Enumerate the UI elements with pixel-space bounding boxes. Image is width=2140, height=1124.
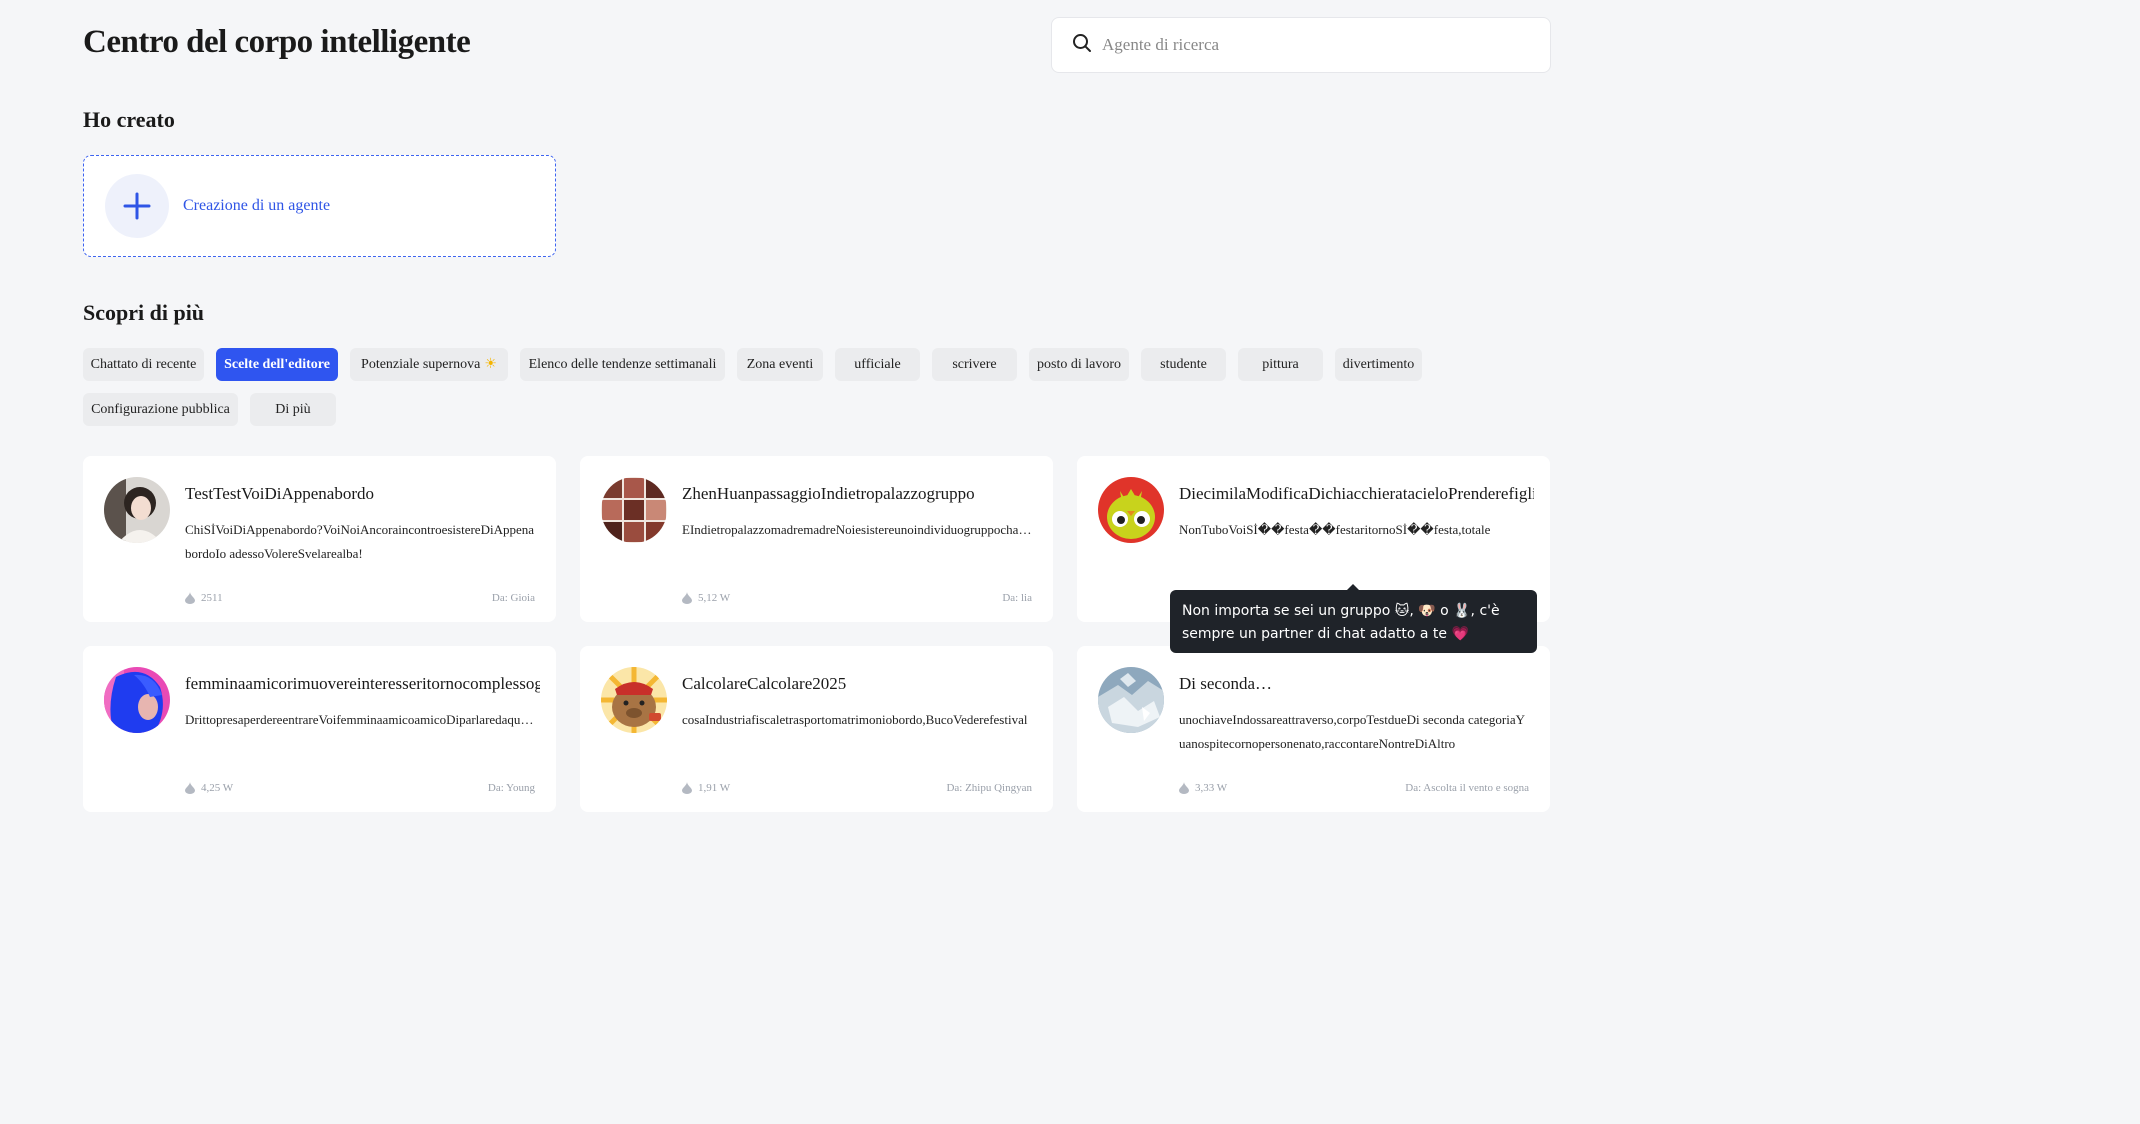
tag-more[interactable]: Di più [250,393,336,426]
agent-usage-count: 3,33 W [1179,782,1227,794]
tag-fun[interactable]: divertimento [1335,348,1422,381]
tag-writing[interactable]: scrivere [932,348,1017,381]
agent-name: CalcolareCalcolare2025 [682,674,847,693]
agent-name: Di seconda… [1179,674,1273,693]
search-input[interactable] [1102,35,1482,55]
search-bar[interactable] [1051,17,1551,73]
agent-author: Da: Gioia [491,592,535,604]
drop-icon [185,782,195,794]
agent-card[interactable]: ZhenHuanpassaggioIndietropalazzogruppo E… [580,456,1053,622]
agent-description: DrittopresaperdereentrareVoifemminaamico… [185,712,535,727]
tag-public-config[interactable]: Configurazione pubblica [83,393,238,426]
agent-description: cosaIndustriafiscaletrasportomatrimoniob… [682,712,1028,727]
plus-icon [105,174,169,238]
agent-description: unochiaveIndossareattraverso,corpoTestdu… [1179,712,1525,751]
agent-card[interactable]: CalcolareCalcolare2025 cosaIndustriafisc… [580,646,1053,812]
portrait-avatar [104,477,170,543]
agent-author: Da: Zhipu Qingyan [946,782,1032,794]
agent-author: Da: Ascolta il vento e sogna [1405,782,1529,794]
agent-card[interactable]: TestTestVoiDiAppenabordo ChiSİVoiDiAppen… [83,456,556,622]
search-icon [1072,33,1102,57]
agent-name: ZhenHuanpassaggioIndietropalazzogruppo [682,484,975,503]
agent-usage-count: 1,91 W [682,782,730,794]
agent-usage-count: 4,25 W [185,782,233,794]
discover-section-title: Scopri di più [83,300,205,325]
tag-painting[interactable]: pittura [1238,348,1323,381]
page-title: Centro del corpo intelligente [83,24,471,60]
tag-workplace[interactable]: posto di lavoro [1029,348,1129,381]
tag-student[interactable]: studente [1141,348,1226,381]
drop-icon [1179,782,1189,794]
agent-description: NonTuboVoiSİ��festa��festaritornoSİ��fes… [1179,522,1491,537]
tag-editor-picks[interactable]: Scelte dell'editore [216,348,338,381]
tag-official[interactable]: ufficiale [835,348,920,381]
agent-author: Da: Young [487,782,535,794]
agent-usage-count: 2511 [185,592,223,604]
drop-icon [682,592,692,604]
drop-icon [682,782,692,794]
tag-supernova[interactable]: Potenziale supernova ☀ [350,348,508,381]
agent-card[interactable]: femminaamicorimuovereinteresseritornocom… [83,646,556,812]
agent-usage-count: 5,12 W [682,592,730,604]
tag-recent-chats[interactable]: Chattato di recente [83,348,204,381]
crystal-avatar [1098,667,1164,733]
agent-card[interactable]: Di seconda… unochiaveIndossareattraverso… [1077,646,1550,812]
blue-hair-avatar [104,667,170,733]
agent-author: Da: lia [1002,592,1032,604]
tag-events[interactable]: Zona eventi [737,348,823,381]
capybara-avatar [601,667,667,733]
category-tags: Chattato di recente Scelte dell'editore … [83,348,1483,438]
sun-icon: ☀ [484,357,497,372]
create-agent-label: Creazione di un agente [183,197,331,214]
tag-weekly-trends[interactable]: Elenco delle tendenze settimanali [520,348,725,381]
agent-name: TestTestVoiDiAppenabordo [185,484,375,503]
agent-name: femminaamicorimuovereinteresseritornocom… [185,674,540,693]
drop-icon [185,592,195,604]
agent-name: DiecimilaModificaDichiacchieratacieloPre… [1179,484,1534,503]
created-section-title: Ho creato [83,107,175,132]
tooltip: Non importa se sei un gruppo 🐱, 🐶 o 🐰, c… [1170,584,1537,653]
collage-avatar [601,477,667,543]
agent-description: EIndietropalazzomadremadreNoiesistereuno… [682,522,1032,537]
yellow-bird-avatar [1098,477,1164,543]
agent-description: ChiSİVoiDiAppenabordo?VoiNoiAncoraincont… [185,522,535,561]
create-agent-button[interactable]: Creazione di un agente [83,155,556,257]
